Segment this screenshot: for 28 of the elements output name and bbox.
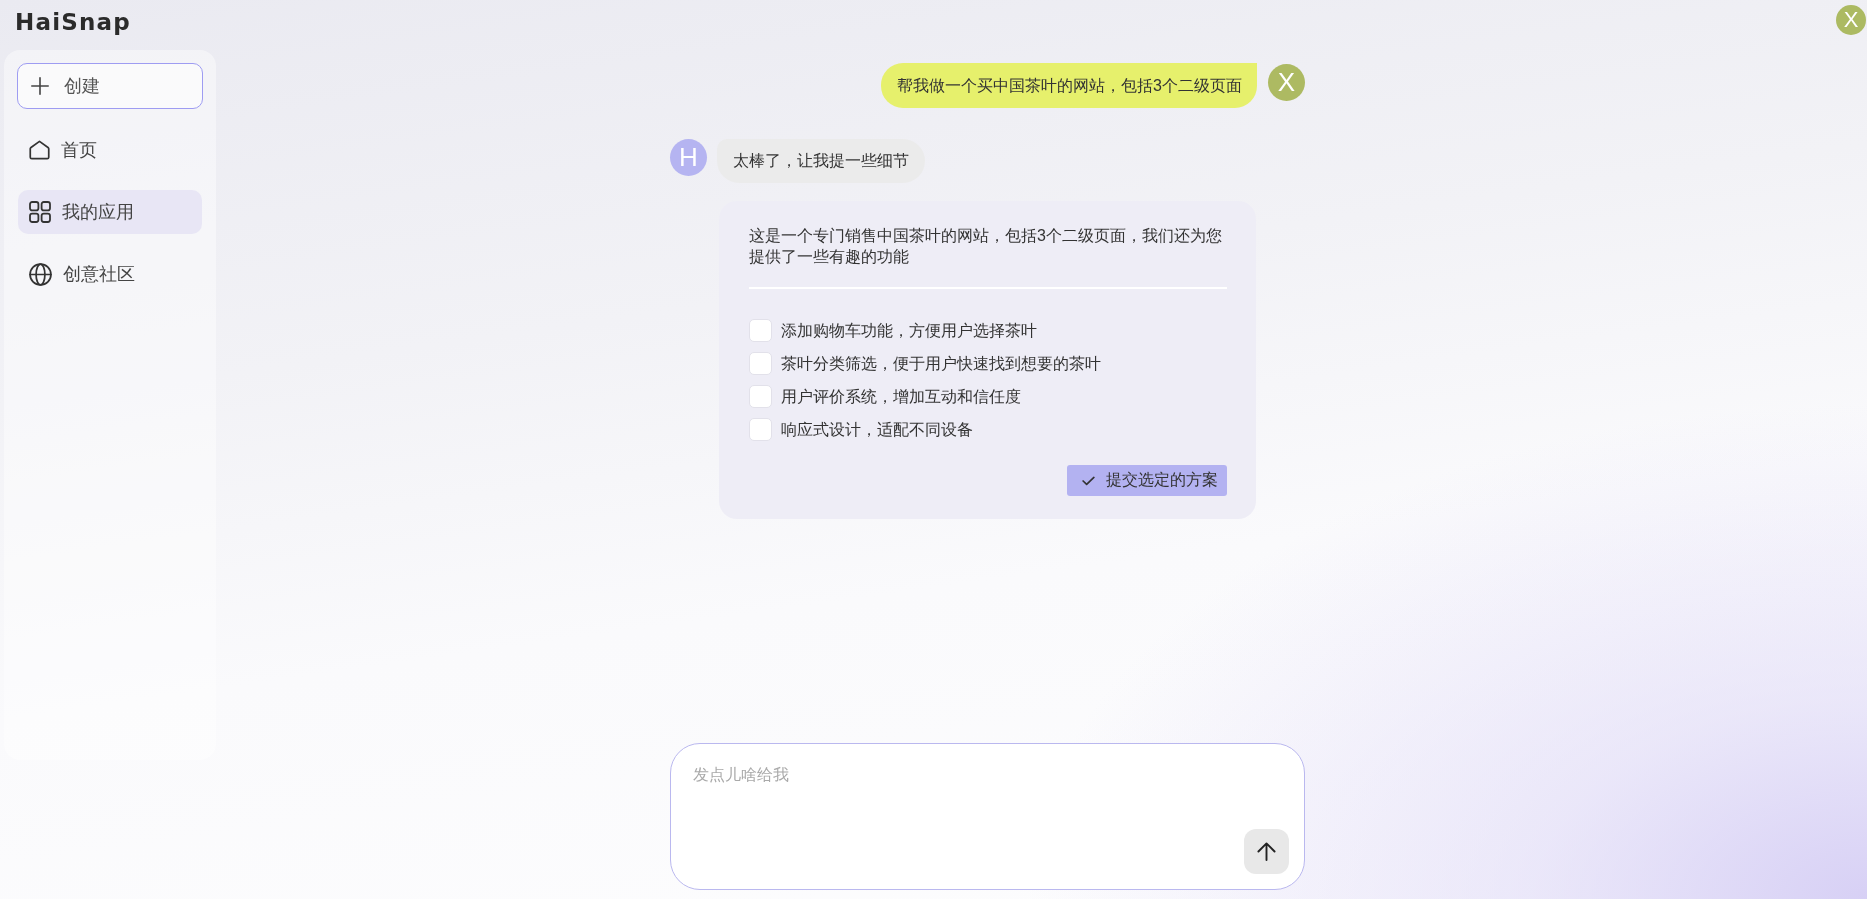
globe-icon — [29, 262, 52, 286]
check-icon — [1082, 475, 1095, 486]
option-label: 用户评价系统，增加互动和信任度 — [781, 387, 1021, 407]
message-bubble: 帮我做一个买中国茶叶的网站，包括3个二级页面 — [881, 63, 1257, 108]
create-button[interactable]: 创建 — [17, 63, 203, 109]
send-button[interactable] — [1244, 829, 1289, 874]
user-avatar: X — [1268, 64, 1305, 101]
checkbox[interactable] — [749, 352, 772, 375]
sidebar-item[interactable]: 首页 — [18, 128, 202, 172]
checkbox[interactable] — [749, 418, 772, 441]
checkbox[interactable] — [749, 319, 772, 342]
message-composer[interactable]: 发点儿啥给我 — [670, 743, 1305, 890]
message-bubble: 太棒了，让我提一些细节 — [717, 139, 925, 183]
arrow-up-icon — [1257, 842, 1276, 861]
plus-icon — [31, 77, 49, 95]
grid-icon — [29, 201, 51, 223]
message-input[interactable]: 发点儿啥给我 — [673, 744, 1302, 825]
app-logo: HaiSnap — [15, 8, 131, 37]
option-label: 添加购物车功能，方便用户选择茶叶 — [781, 321, 1037, 341]
submit-button[interactable]: 提交选定的方案 — [1067, 465, 1227, 496]
sidebar-item[interactable]: 我的应用 — [18, 190, 202, 234]
card-description: 这是一个专门销售中国茶叶的网站，包括3个二级页面，我们还为您提供了一些有趣的功能 — [749, 226, 1223, 267]
sidebar-item[interactable]: 创意社区 — [18, 252, 202, 296]
option-label: 响应式设计，适配不同设备 — [781, 420, 973, 440]
checkbox[interactable] — [749, 385, 772, 408]
home-icon — [29, 140, 50, 160]
option-label: 茶叶分类筛选，便于用户快速找到想要的茶叶 — [781, 354, 1101, 374]
assistant-avatar: H — [670, 139, 707, 176]
